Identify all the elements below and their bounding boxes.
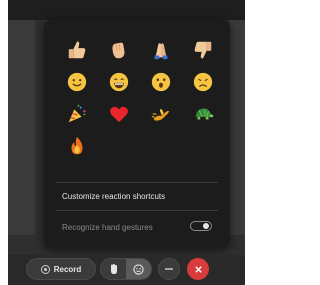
reaction-grid	[56, 34, 224, 162]
smiley-icon	[133, 263, 144, 275]
app-left-region	[8, 20, 35, 235]
hand-icon	[110, 264, 117, 274]
heart-icon[interactable]	[98, 98, 140, 130]
close-icon	[194, 265, 202, 273]
hand-gestures-toggle[interactable]	[190, 221, 212, 231]
pray-icon[interactable]	[140, 34, 182, 66]
record-icon	[40, 264, 50, 274]
minus-icon	[165, 268, 173, 270]
menu-divider-bottom	[56, 210, 218, 211]
reactions-button[interactable]	[126, 259, 151, 279]
app-right-region	[230, 20, 245, 235]
record-button[interactable]: Record	[26, 258, 96, 280]
thumbs-down-icon[interactable]	[182, 34, 224, 66]
gesture-reaction-group	[100, 258, 152, 280]
screen: Customize reaction shortcuts Recognize h…	[0, 0, 245, 285]
smile-icon[interactable]	[56, 66, 98, 98]
turtle-icon[interactable]	[182, 98, 224, 130]
fire-icon[interactable]	[56, 130, 98, 162]
recognize-hand-gestures-label: Recognize hand gestures	[62, 223, 153, 232]
toggle-knob	[203, 223, 209, 229]
running-icon[interactable]	[140, 98, 182, 130]
raise-hand-button[interactable]	[101, 259, 126, 279]
more-options-button[interactable]	[158, 258, 180, 280]
sad-icon[interactable]	[182, 66, 224, 98]
menu-divider-top	[56, 182, 218, 183]
customize-reaction-shortcuts-link[interactable]: Customize reaction shortcuts	[62, 192, 165, 201]
party-popper-icon[interactable]	[56, 98, 98, 130]
thumbs-up-icon[interactable]	[56, 34, 98, 66]
leave-call-button[interactable]	[187, 258, 209, 280]
record-label: Record	[53, 264, 82, 274]
surprised-icon[interactable]	[140, 66, 182, 98]
app-title-bar	[8, 0, 245, 20]
clap-icon[interactable]	[98, 34, 140, 66]
reactions-panel: Customize reaction shortcuts Recognize h…	[44, 20, 230, 248]
laugh-icon[interactable]	[98, 66, 140, 98]
